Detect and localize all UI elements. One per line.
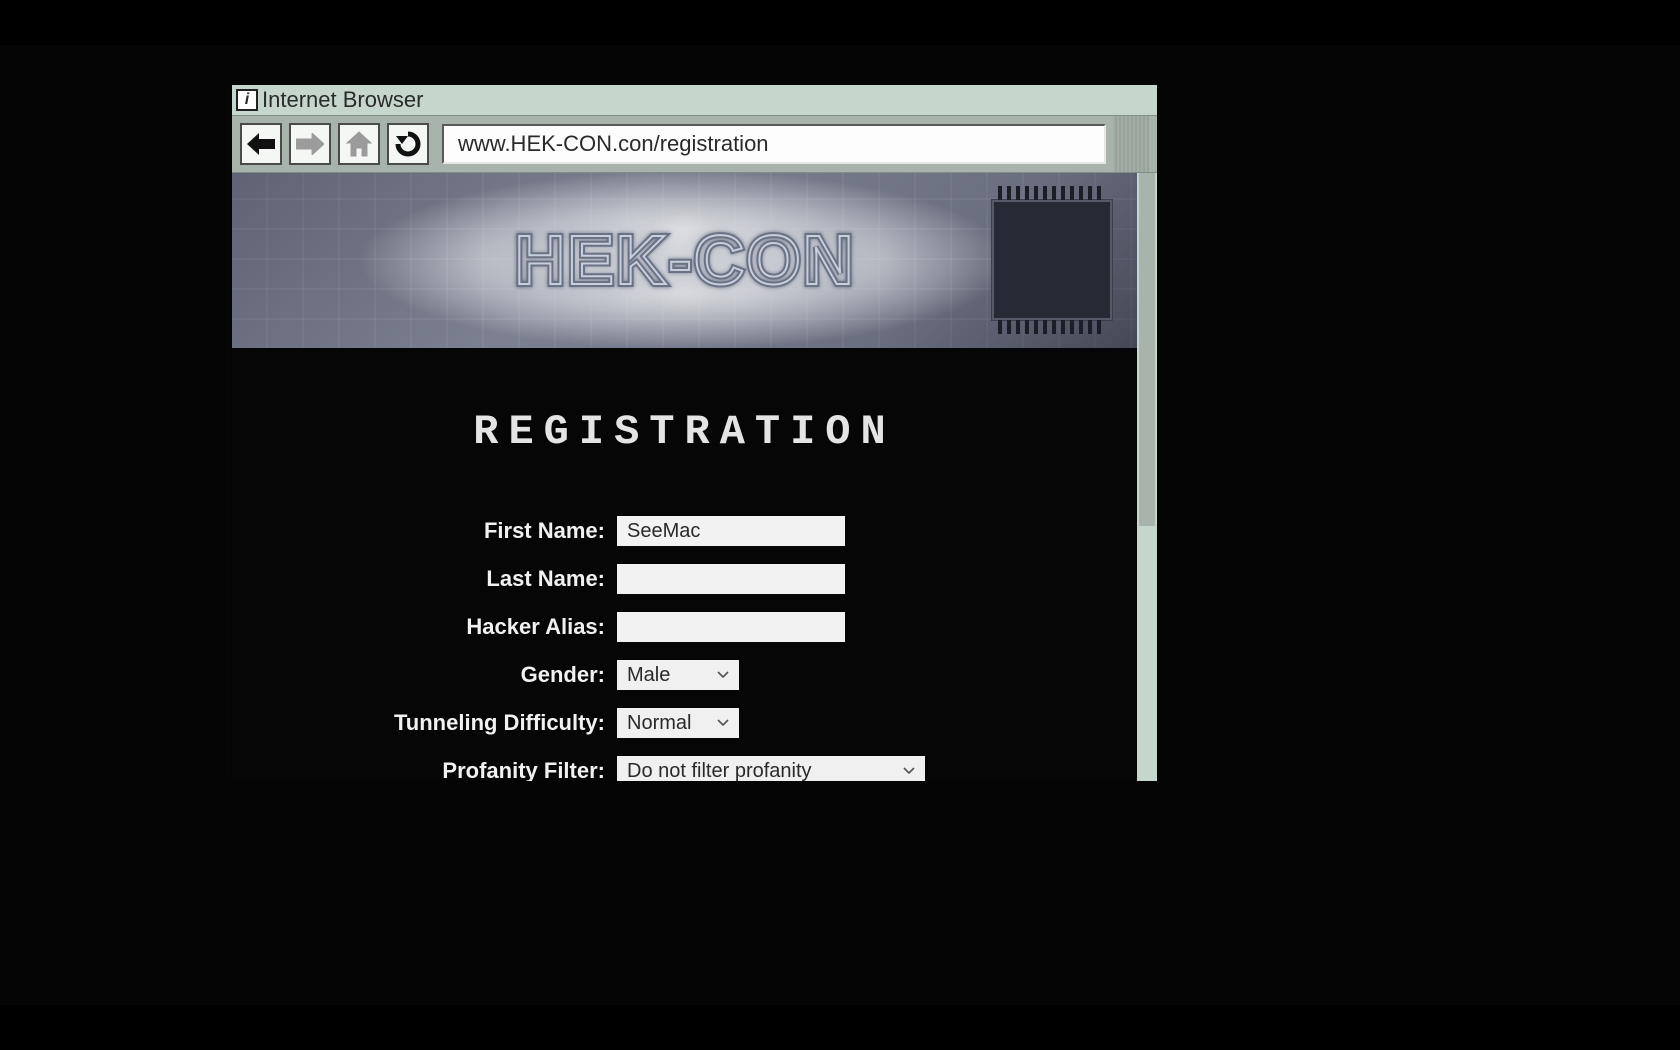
- label-profanity: Profanity Filter:: [232, 758, 617, 781]
- chevron-down-icon: [717, 671, 729, 679]
- arrow-left-icon: [247, 133, 275, 155]
- row-profanity: Profanity Filter: Do not filter profanit…: [232, 756, 1137, 781]
- svg-text:HEK-CON: HEK-CON: [514, 221, 855, 299]
- label-last-name: Last Name:: [232, 566, 617, 592]
- page-content: HEK-CON HEK-CON REGISTRATION First Name:…: [232, 173, 1137, 781]
- last-name-field[interactable]: [617, 564, 845, 594]
- gender-select[interactable]: Male: [617, 660, 739, 690]
- address-bar[interactable]: [442, 124, 1106, 164]
- row-first-name: First Name:: [232, 516, 1137, 546]
- registration-form: REGISTRATION First Name: Last Name: Hack…: [232, 348, 1137, 781]
- address-input[interactable]: [456, 130, 1092, 158]
- profanity-select[interactable]: Do not filter profanity: [617, 756, 925, 781]
- arrow-right-icon: [296, 133, 324, 155]
- back-button[interactable]: [240, 123, 282, 165]
- forward-button[interactable]: [289, 123, 331, 165]
- difficulty-select[interactable]: Normal: [617, 708, 739, 738]
- alias-field[interactable]: [617, 612, 845, 642]
- window-title: Internet Browser: [262, 87, 423, 113]
- label-first-name: First Name:: [232, 518, 617, 544]
- row-gender: Gender: Male: [232, 660, 1137, 690]
- chevron-down-icon: [903, 767, 915, 775]
- label-difficulty: Tunneling Difficulty:: [232, 710, 617, 736]
- form-heading: REGISTRATION: [232, 408, 1137, 456]
- vertical-scrollbar[interactable]: [1137, 173, 1157, 781]
- info-icon: i: [236, 89, 258, 111]
- toolbar-grip: [1113, 116, 1149, 172]
- titlebar: i Internet Browser: [232, 85, 1157, 115]
- row-difficulty: Tunneling Difficulty: Normal: [232, 708, 1137, 738]
- chip-graphic: [991, 199, 1113, 321]
- reload-icon: [394, 130, 422, 158]
- hek-con-logo: HEK-CON HEK-CON: [470, 206, 900, 316]
- browser-window: i Internet Browser: [232, 85, 1157, 781]
- chevron-down-icon: [717, 719, 729, 727]
- home-icon: [345, 130, 373, 158]
- label-gender: Gender:: [232, 662, 617, 688]
- label-alias: Hacker Alias:: [232, 614, 617, 640]
- reload-button[interactable]: [387, 123, 429, 165]
- profanity-selected: Do not filter profanity: [627, 760, 812, 782]
- difficulty-selected: Normal: [627, 712, 691, 735]
- first-name-field[interactable]: [617, 516, 845, 546]
- row-alias: Hacker Alias:: [232, 612, 1137, 642]
- site-banner: HEK-CON HEK-CON: [232, 173, 1137, 348]
- gender-selected: Male: [627, 664, 670, 687]
- row-last-name: Last Name:: [232, 564, 1137, 594]
- home-button[interactable]: [338, 123, 380, 165]
- scrollbar-thumb[interactable]: [1139, 173, 1155, 526]
- toolbar: [232, 115, 1157, 173]
